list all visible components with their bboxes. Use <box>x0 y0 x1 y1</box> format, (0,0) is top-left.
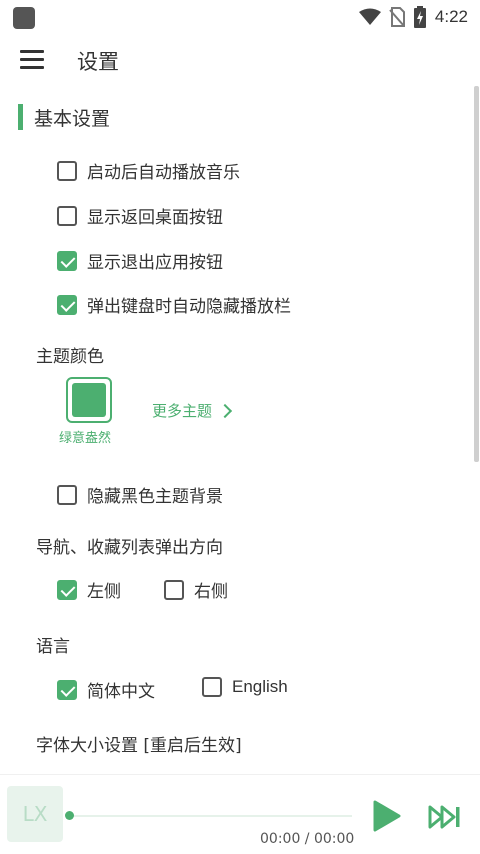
more-themes-link[interactable]: 更多主题 <box>152 400 233 421</box>
checkbox-checked[interactable] <box>57 294 77 315</box>
app-notification-icon <box>13 7 35 29</box>
language-zh[interactable]: 简体中文 <box>57 677 155 702</box>
status-time: 4:22 <box>434 7 468 26</box>
option-label: 简体中文 <box>87 682 155 702</box>
option-label: 右侧 <box>194 582 228 602</box>
option-label: 显示退出应用按钮 <box>87 253 223 273</box>
direction-left[interactable]: 左侧 <box>57 577 121 602</box>
option-label: English <box>232 677 288 696</box>
theme-color-fill <box>72 383 106 417</box>
progress-track[interactable] <box>70 815 352 817</box>
battery-charging-icon <box>413 6 426 28</box>
checkbox-checked[interactable] <box>57 679 77 700</box>
option-show-home-button[interactable]: 显示返回桌面按钮 <box>57 203 223 228</box>
option-label: 左侧 <box>87 582 121 602</box>
checkbox[interactable] <box>57 484 77 505</box>
language-en[interactable]: English <box>202 677 288 697</box>
section-accent-bar <box>18 104 23 130</box>
menu-icon[interactable] <box>20 50 44 70</box>
status-bar: 4:22 <box>0 0 480 34</box>
checkbox-checked[interactable] <box>57 250 77 271</box>
option-hide-black-bg[interactable]: 隐藏黑色主题背景 <box>57 482 223 507</box>
option-autoplay[interactable]: 启动后自动播放音乐 <box>57 158 240 183</box>
wifi-icon <box>358 8 381 25</box>
skip-next-icon[interactable] <box>428 805 462 829</box>
no-sim-icon <box>389 7 405 27</box>
option-hide-playbar-on-keyboard[interactable]: 弹出键盘时自动隐藏播放栏 <box>57 292 291 317</box>
playback-time: 00:00 / 00:00 <box>260 831 355 847</box>
toolbar: 设置 <box>0 36 480 84</box>
cover-logo-text: LX <box>22 802 48 826</box>
scrollbar[interactable] <box>474 86 479 462</box>
theme-name[interactable]: 绿意盎然 <box>59 427 111 446</box>
album-cover[interactable]: LX <box>7 786 63 842</box>
checkbox[interactable] <box>202 677 222 697</box>
checkbox[interactable] <box>164 579 184 600</box>
chevron-right-icon <box>217 403 233 418</box>
more-themes-label: 更多主题 <box>152 402 213 420</box>
checkbox[interactable] <box>57 205 77 226</box>
option-label: 弹出键盘时自动隐藏播放栏 <box>87 297 291 317</box>
section-title: 基本设置 <box>34 108 111 130</box>
option-label: 启动后自动播放音乐 <box>87 163 240 183</box>
language-label: 语言 <box>36 637 70 657</box>
option-show-exit-button[interactable]: 显示退出应用按钮 <box>57 248 223 273</box>
popup-direction-label: 导航、收藏列表弹出方向 <box>36 538 223 558</box>
theme-swatch-selected[interactable] <box>66 377 112 423</box>
checkbox-checked[interactable] <box>57 579 77 600</box>
page-title: 设置 <box>77 50 119 74</box>
option-label: 显示返回桌面按钮 <box>87 208 223 228</box>
theme-color-label: 主题颜色 <box>36 347 104 367</box>
checkbox[interactable] <box>57 160 77 181</box>
progress-handle[interactable] <box>65 811 74 820</box>
player-bar: LX 00:00 / 00:00 <box>0 774 480 854</box>
direction-right[interactable]: 右侧 <box>164 577 228 602</box>
play-icon[interactable] <box>373 800 401 832</box>
option-label: 隐藏黑色主题背景 <box>87 487 223 507</box>
font-size-label: 字体大小设置 [重启后生效] <box>36 736 242 756</box>
